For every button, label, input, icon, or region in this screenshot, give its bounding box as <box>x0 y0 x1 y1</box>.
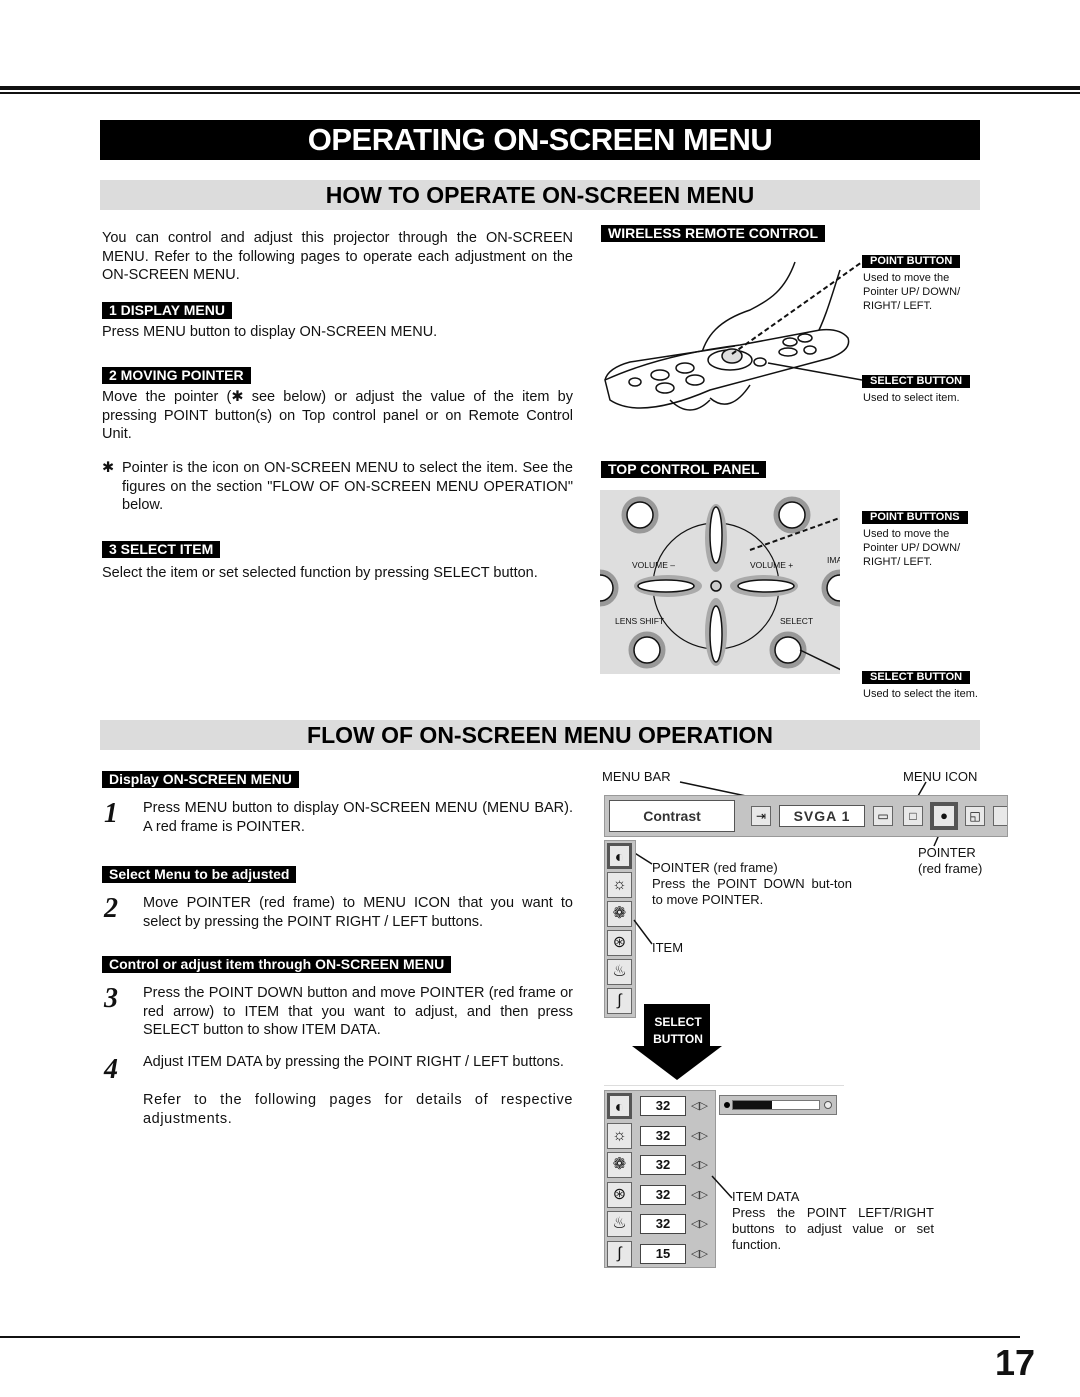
flow-label-select-menu: Select Menu to be adjusted <box>102 866 297 883</box>
flow-step-text-2: Move POINTER (red frame) to MENU ICON th… <box>143 895 573 930</box>
flow-step-number-2: 2 <box>104 893 118 924</box>
white-balance-icon[interactable]: ♨ <box>607 959 632 985</box>
item-data-desc: Press the POINT LEFT/RIGHT buttons to ad… <box>732 1205 934 1252</box>
tint-icon[interactable]: ⊛ <box>607 1181 632 1208</box>
item-value-box: 15 <box>640 1243 686 1264</box>
panel-select-button-desc: Used to select the item. <box>863 688 978 700</box>
select-arrow-line2: BUTTON <box>653 1032 703 1046</box>
flow-step-text-3: Press the POINT DOWN button and move POI… <box>143 985 573 1038</box>
osd-menu-bar: Contrast ⇥ SVGA 1 ▭ □ ● ◱ <box>604 795 1008 837</box>
note-asterisk-icon: ✱ <box>102 460 115 476</box>
flow-label-control-adjust: Control or adjust item through ON-SCREEN… <box>102 956 452 973</box>
image-label-cut: IMA <box>827 555 840 565</box>
volume-plus-label: VOLUME + <box>750 560 794 570</box>
gamma-icon[interactable]: ∫ <box>607 1240 632 1267</box>
remote-select-button-desc: Used to select item. <box>863 392 960 404</box>
flow-step-number-3: 3 <box>104 983 118 1014</box>
contrast-level-bar[interactable] <box>719 1095 837 1115</box>
left-right-adjust-icon[interactable]: ◁▷ <box>691 1215 708 1233</box>
item-callout-line <box>633 919 653 945</box>
bottom-rule <box>0 1336 1020 1338</box>
item-value-box: 32 <box>640 1125 686 1146</box>
input-icon[interactable]: ⇥ <box>751 806 771 826</box>
left-right-adjust-icon[interactable]: ◁▷ <box>691 1245 708 1263</box>
brightness-icon[interactable]: ☼ <box>607 1122 632 1149</box>
left-right-adjust-icon[interactable]: ◁▷ <box>691 1097 708 1115</box>
remote-point-button-desc: Used to move the Pointer UP/ DOWN/ RIGHT… <box>863 272 961 312</box>
left-right-adjust-icon[interactable]: ◁▷ <box>691 1127 708 1145</box>
item-value-box: 32 <box>640 1155 686 1175</box>
step-text-display-menu: Press MENU button to display ON-SCREEN M… <box>102 324 438 340</box>
page-title: OPERATING ON-SCREEN MENU <box>100 120 980 160</box>
white-balance-icon[interactable]: ♨ <box>607 1211 632 1237</box>
remote-point-button-label: POINT BUTTON <box>862 255 961 268</box>
divider <box>604 1085 844 1086</box>
item-data-caption: ITEM DATA <box>732 1189 800 1204</box>
step-label-display-menu: 1 DISPLAY MENU <box>102 302 232 319</box>
select-arrow-line1: SELECT <box>654 1015 702 1029</box>
top-rule-thin <box>0 92 1080 94</box>
step-label-moving-pointer: 2 MOVING POINTER <box>102 367 251 384</box>
panel-select-button-label: SELECT BUTTON <box>862 671 971 684</box>
select-arrow-label: SELECT BUTTON <box>644 1014 712 1048</box>
level-max-icon <box>824 1101 832 1109</box>
pointer-right-caption-2: (red frame) <box>918 861 983 876</box>
item-value-box: 32 <box>640 1184 686 1205</box>
section-heading-how-to: HOW TO OPERATE ON-SCREEN MENU <box>100 180 980 210</box>
pointer-right-caption: POINTER <box>918 845 976 860</box>
flow-step-number-1: 1 <box>104 798 118 829</box>
step-text-select-item: Select the item or set selected function… <box>102 565 538 581</box>
remote-select-button-label: SELECT BUTTON <box>862 375 971 388</box>
intro-text: You can control and adjust this projecto… <box>102 230 573 283</box>
screen-icon[interactable]: □ <box>903 806 923 826</box>
remote-control-illustration <box>604 261 863 411</box>
flow-step-text-1: Press MENU button to display ON-SCREEN M… <box>143 800 573 835</box>
item-value-box: 32 <box>640 1214 686 1234</box>
flow-label-display: Display ON-SCREEN MENU <box>102 771 299 788</box>
flow-step-number-4: 4 <box>104 1054 118 1085</box>
flow-step-text-4: Adjust ITEM DATA by pressing the POINT R… <box>143 1054 564 1070</box>
gamma-icon[interactable]: ∫ <box>607 988 632 1014</box>
level-fill <box>733 1101 772 1109</box>
step-label-select-item: 3 SELECT ITEM <box>102 541 221 558</box>
pointer-left-caption: POINTER (red frame) <box>652 860 778 875</box>
top-rule <box>0 86 1080 90</box>
panel-point-buttons-desc: Used to move the Pointer UP/ DOWN/ RIGHT… <box>863 528 961 568</box>
volume-minus-label: VOLUME – <box>632 560 675 570</box>
remote-heading: WIRELESS REMOTE CONTROL <box>601 225 825 242</box>
computer-icon[interactable]: ▭ <box>873 806 893 826</box>
pointer-note: Pointer is the icon on ON-SCREEN MENU to… <box>122 460 573 513</box>
more-icon[interactable] <box>993 806 1007 826</box>
section-heading-flow: FLOW OF ON-SCREEN MENU OPERATION <box>100 720 980 750</box>
pointer-left-desc: Press the POINT DOWN but-ton to move POI… <box>652 876 852 907</box>
color-icon[interactable]: ❁ <box>607 1152 632 1178</box>
panel-heading: TOP CONTROL PANEL <box>601 461 767 478</box>
step-text-moving-pointer: Move the pointer (✱ see below) or adjust… <box>102 389 573 442</box>
flow-step-text-4b: Refer to the following pages for details… <box>143 1092 573 1127</box>
top-control-panel: VOLUME – VOLUME + LENS SHIFT SELECT IMA <box>600 490 840 674</box>
level-track <box>732 1100 820 1110</box>
select-label: SELECT <box>780 616 814 626</box>
lens-shift-label: LENS SHIFT <box>615 616 665 626</box>
page-number: 17 <box>994 1342 1035 1383</box>
setting-icon[interactable]: ◱ <box>965 806 985 826</box>
level-min-icon <box>724 1102 730 1108</box>
source-box: SVGA 1 <box>779 805 865 827</box>
image-menu-icon-selected[interactable]: ● <box>930 802 958 830</box>
item-value-box: 32 <box>640 1096 686 1116</box>
contrast-icon[interactable]: ◐ <box>607 1093 632 1119</box>
menu-title-box: Contrast <box>609 800 735 832</box>
panel-point-buttons-label: POINT BUTTONS <box>862 511 968 524</box>
